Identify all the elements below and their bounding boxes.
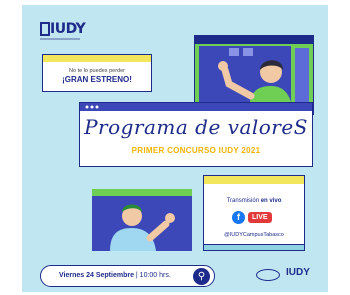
poster: IUDY No te lo puedes perder ¡GRAN ESTREN… (22, 5, 328, 292)
window-titlebar (195, 36, 313, 44)
transmission-text: Transmisión en vivo (204, 198, 304, 204)
promo-line1: No te lo puedes perder (69, 68, 125, 74)
window-titlebar (92, 189, 192, 196)
facebook-icon[interactable]: f (232, 211, 245, 224)
logo-text: IUDY (50, 21, 86, 37)
partner-logo-icon (256, 269, 280, 281)
window-dots-icon (85, 105, 99, 109)
promo-line2: ¡GRAN ESTRENO! (62, 75, 132, 84)
title-window: Programa de valoreS PRIMER CONCURSO IUDY… (79, 102, 313, 167)
side-panel (295, 48, 309, 102)
program-subtitle: PRIMER CONCURSO IUDY 2021 (131, 146, 261, 155)
transmission-prefix: Transmisión (226, 198, 260, 204)
event-date-pill: Viernes 24 Septiembre | 10:00 hrs. ⚲ (40, 265, 215, 287)
social-handle[interactable]: @IUDYCampusTabasco (204, 232, 304, 238)
illustration-window-left (92, 189, 192, 251)
live-badge[interactable]: LIVE (248, 212, 272, 223)
transmission-suffix: en vivo (260, 198, 282, 204)
logo-underline (40, 38, 80, 40)
live-window: Transmisión en vivo f LIVE @IUDYCampusTa… (203, 175, 305, 251)
event-time: | 10:00 hrs. (135, 272, 171, 279)
window-titlebar (80, 103, 312, 111)
logo-mark-icon (40, 22, 50, 36)
person-thumbsup-illustration (110, 204, 175, 251)
event-date-text: Viernes 24 Septiembre | 10:00 hrs. (59, 272, 171, 279)
window-titlebar (204, 176, 304, 184)
search-icon[interactable]: ⚲ (193, 268, 210, 285)
footer-logo-text: IUDY (286, 267, 310, 278)
promo-window: No te lo puedes perder ¡GRAN ESTRENO! (42, 54, 152, 92)
window-scrollbar[interactable] (204, 244, 304, 250)
program-title: Programa de valoreS (84, 115, 308, 139)
screen-panel (199, 46, 293, 112)
event-day: Viernes 24 Septiembre (59, 272, 134, 279)
window-titlebar (43, 55, 151, 62)
live-badge-row: f LIVE (232, 211, 272, 224)
